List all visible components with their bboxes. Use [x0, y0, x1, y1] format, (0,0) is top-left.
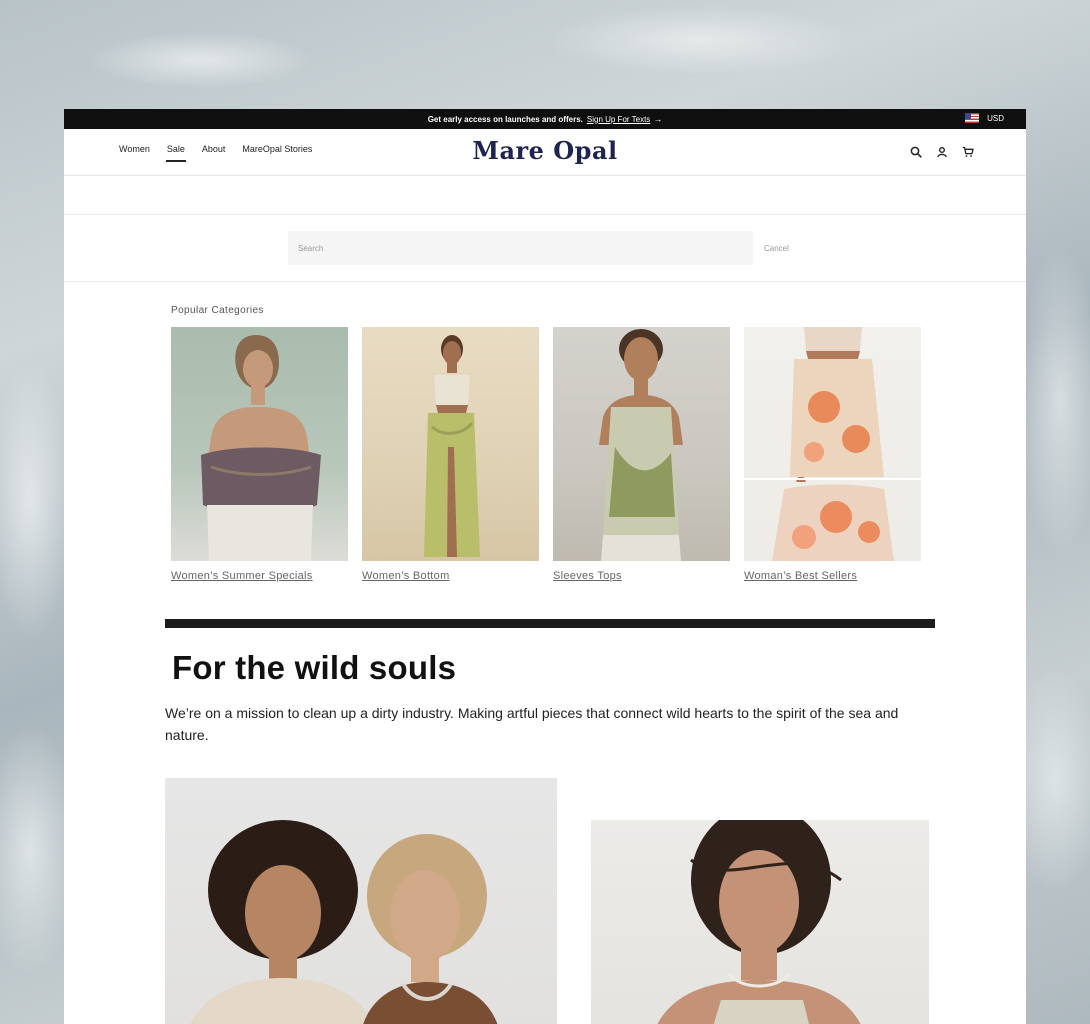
cart-icon[interactable]: [962, 146, 974, 158]
product-photo: [744, 327, 921, 561]
category-card[interactable]: Women’s Bottom: [362, 327, 539, 582]
story-photo-right: [591, 820, 929, 1024]
model-portrait-photo: [657, 820, 861, 1024]
header-actions: [910, 146, 974, 158]
model-photo: [599, 329, 683, 561]
model-photo: [201, 335, 321, 561]
arrow-right-icon: →: [653, 114, 663, 124]
site-header: Women Sale About MareOpal Stories Mare O…: [64, 129, 1026, 176]
account-icon[interactable]: [936, 146, 948, 158]
category-card[interactable]: Sleeves Tops: [553, 327, 730, 582]
category-grid: Women’s Summer Specials Women’s Bottom S…: [171, 327, 921, 582]
category-link-summer-specials[interactable]: Women’s Summer Specials: [171, 570, 348, 582]
category-link-bottom[interactable]: Women’s Bottom: [362, 570, 539, 582]
sign-up-texts-link[interactable]: Sign Up For Texts: [587, 115, 650, 124]
story-photo-left: [165, 778, 557, 1024]
category-image-best-sellers[interactable]: [744, 327, 921, 561]
category-card[interactable]: Woman’s Best Sellers: [744, 327, 921, 582]
section-divider: [165, 619, 935, 628]
category-image-bottom[interactable]: [362, 327, 539, 561]
model-photo: [424, 335, 480, 557]
announcement-message: Get early access on launches and offers.: [427, 114, 583, 124]
story-body: We’re on a mission to clean up a dirty i…: [165, 705, 899, 743]
us-flag-icon: [965, 113, 980, 123]
search-icon[interactable]: [910, 146, 922, 158]
category-link-best-sellers[interactable]: Woman’s Best Sellers: [744, 570, 921, 582]
sub-navigation-bar: [64, 176, 1026, 215]
story-heading: For the wild souls: [172, 649, 457, 686]
announcement-bar: Get early access on launches and offers.…: [64, 109, 1026, 129]
two-models-photo: [190, 820, 498, 1024]
category-image-summer-specials[interactable]: [171, 327, 348, 561]
site-logo[interactable]: Mare Opal: [64, 136, 1026, 165]
cancel-button[interactable]: Cancel: [764, 244, 789, 253]
currency-selector[interactable]: USD: [965, 113, 1004, 123]
currency-label: USD: [987, 113, 1004, 123]
category-card[interactable]: Women’s Summer Specials: [171, 327, 348, 582]
popular-categories-heading: Popular Categories: [171, 305, 264, 316]
category-link-sleeves-tops[interactable]: Sleeves Tops: [553, 570, 730, 582]
category-image-sleeves-tops[interactable]: [553, 327, 730, 561]
browser-window: Get early access on launches and offers.…: [64, 109, 1026, 1024]
search-input[interactable]: [288, 231, 753, 265]
search-row: Cancel: [64, 215, 1026, 282]
